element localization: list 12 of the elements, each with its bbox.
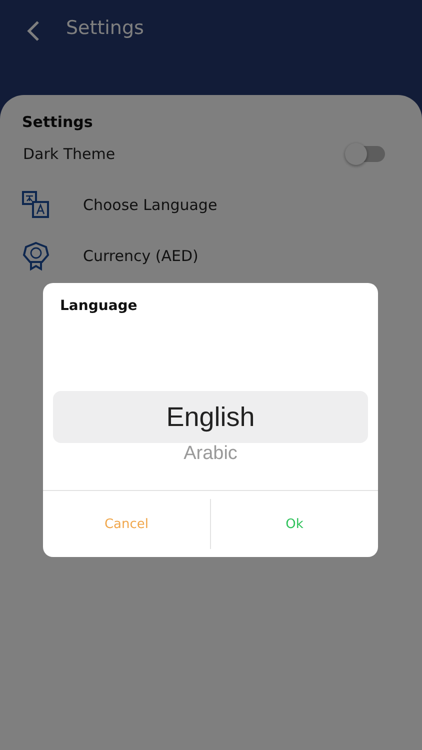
screen-title: Settings bbox=[66, 17, 144, 39]
picker-selection[interactable]: English bbox=[53, 391, 368, 443]
translate-icon bbox=[22, 191, 50, 219]
section-title: Settings bbox=[22, 113, 94, 131]
money-badge-icon bbox=[22, 241, 50, 271]
setting-label: Dark Theme bbox=[23, 145, 116, 163]
back-icon[interactable] bbox=[26, 20, 40, 42]
picker-option[interactable]: Arabic bbox=[53, 443, 368, 465]
dialog-title: Language bbox=[59, 297, 138, 316]
toggle-switch[interactable] bbox=[347, 146, 385, 162]
setting-label[interactable]: Choose Language bbox=[83, 196, 218, 214]
setting-label[interactable]: Currency (AED) bbox=[83, 247, 198, 265]
